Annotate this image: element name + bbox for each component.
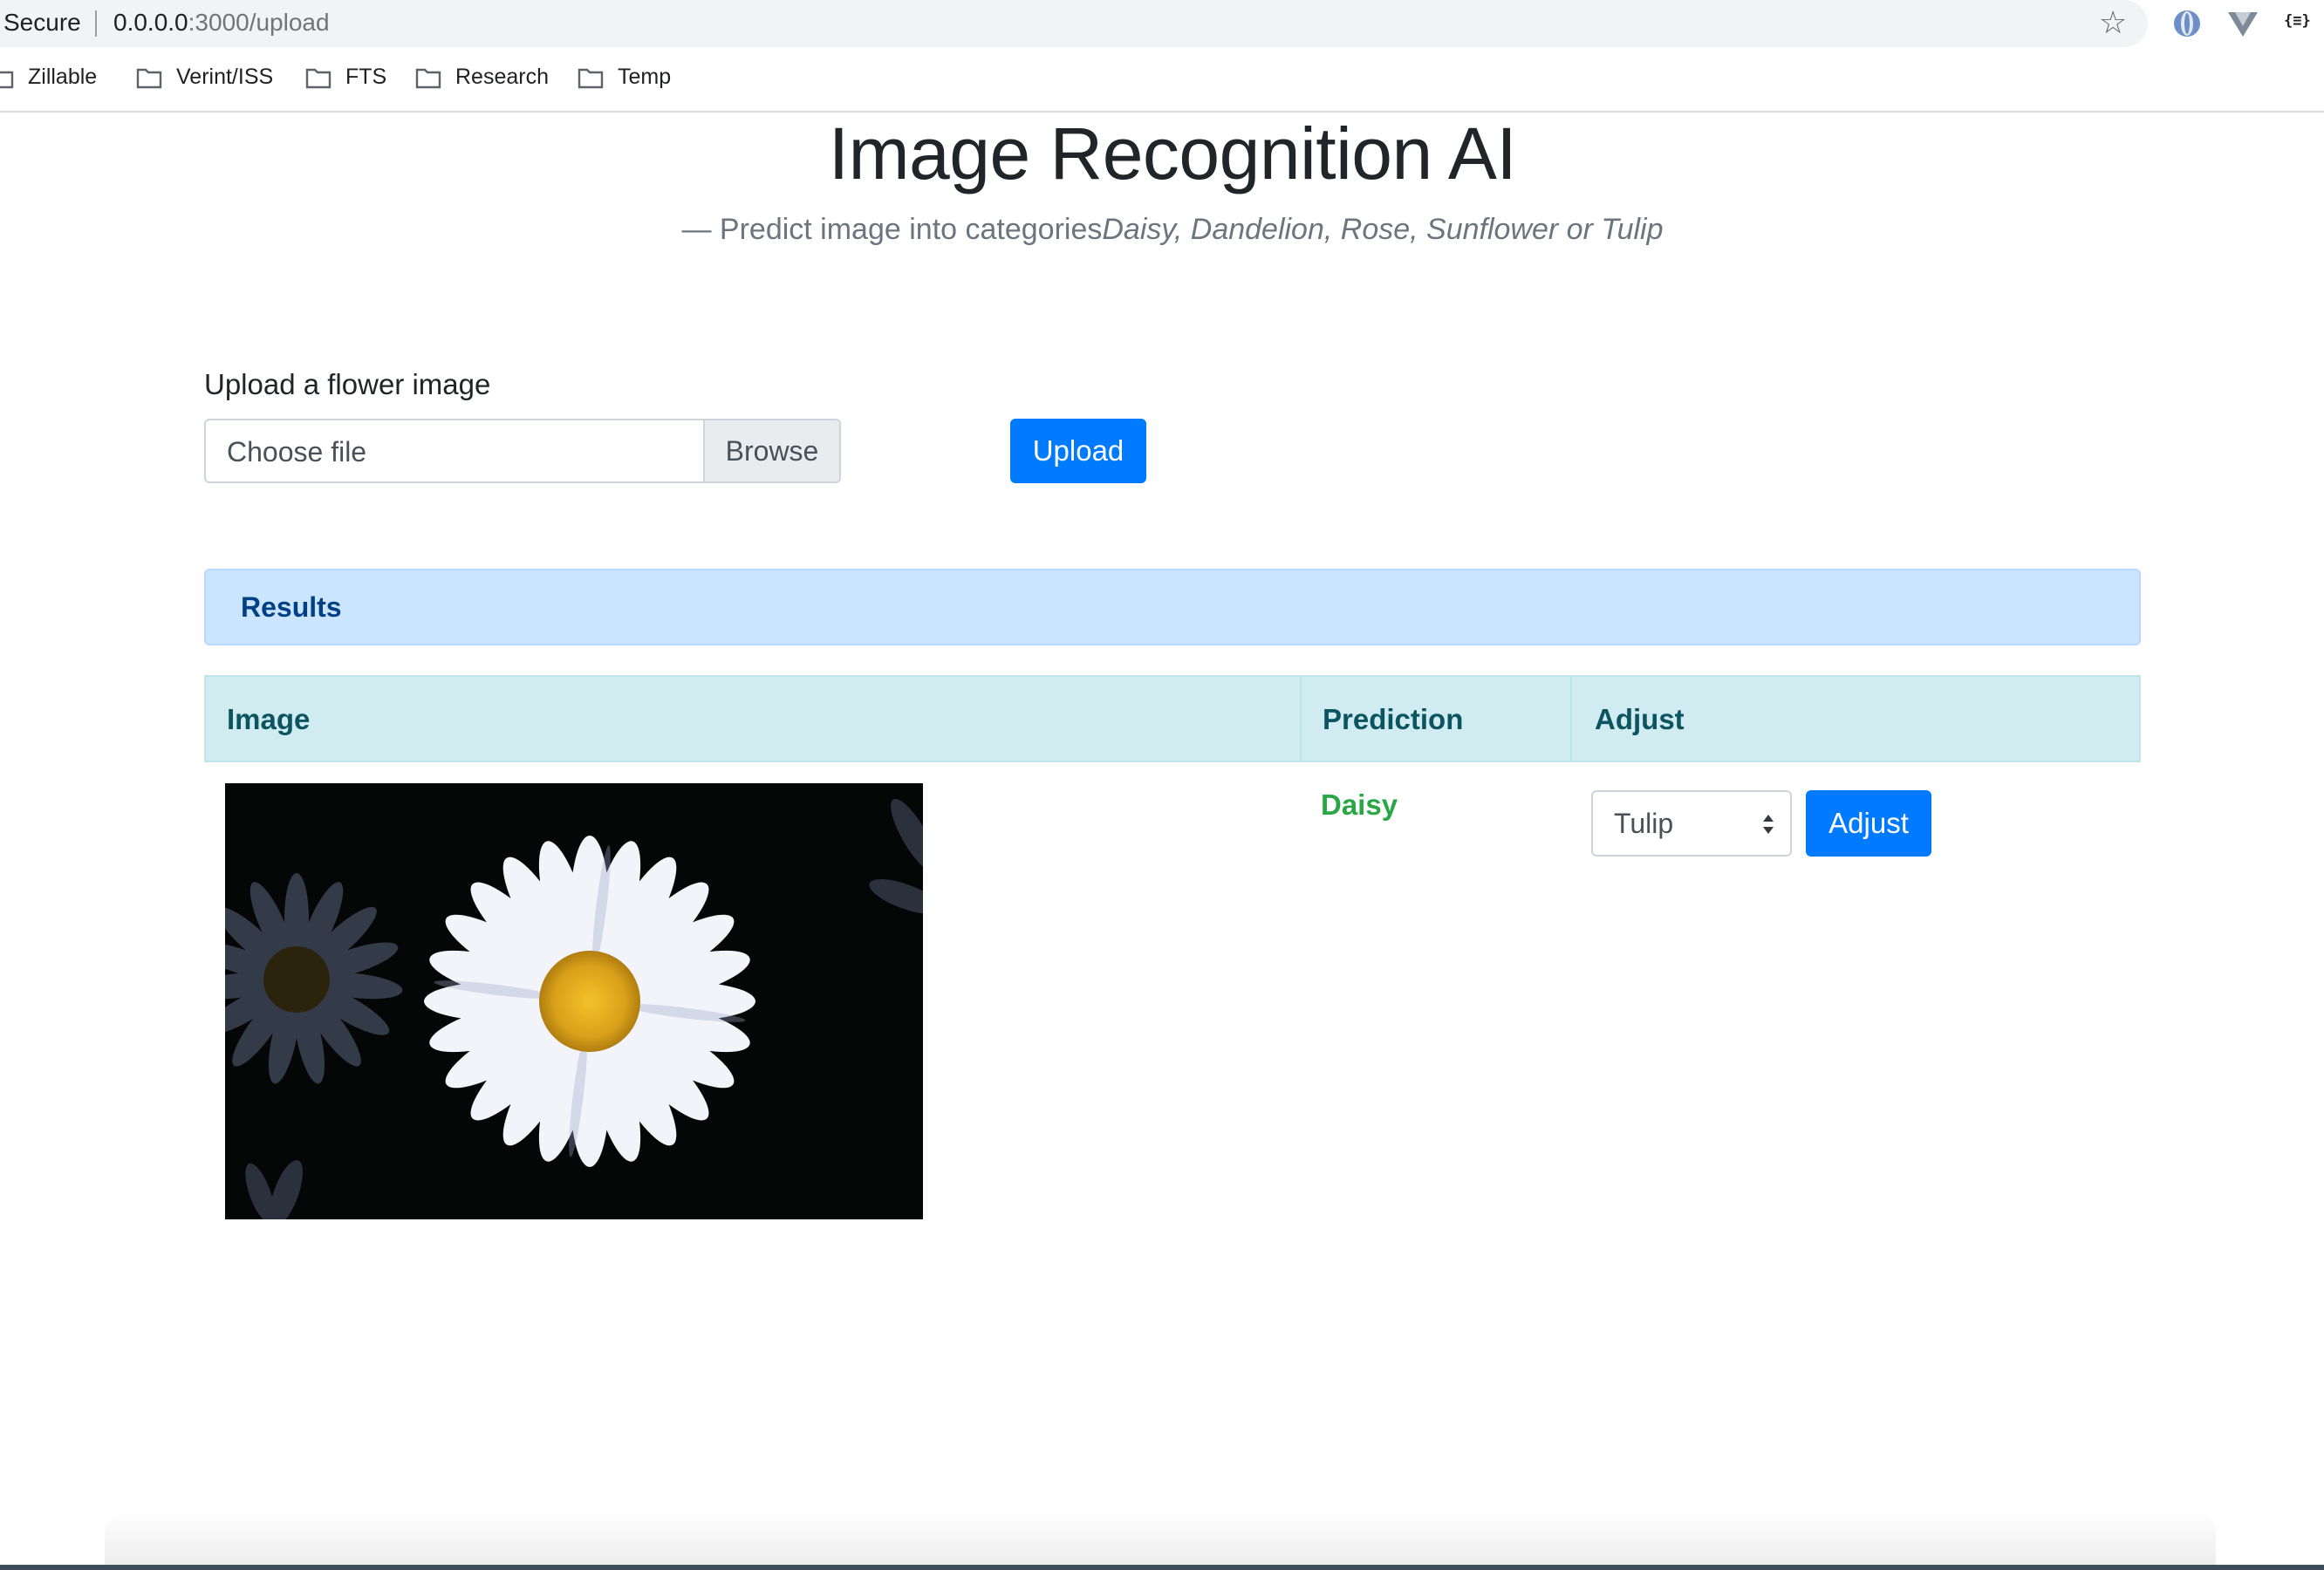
bookmarks-bar: Zillable Verint/ISS FTS Research Temp <box>0 58 2324 101</box>
adjust-button[interactable]: Adjust <box>1806 790 1931 857</box>
bookmark-label: Zillable <box>28 65 98 89</box>
folder-icon <box>136 68 162 88</box>
file-placeholder: Choose file <box>227 436 367 468</box>
bookmark-temp[interactable]: Temp <box>578 65 671 90</box>
browse-button[interactable]: Browse <box>703 420 839 481</box>
subtitle-categories: Daisy, Dandelion, Rose, Sunflower or Tul… <box>1102 213 1664 246</box>
prediction-label: Daisy <box>1321 788 1398 821</box>
column-header-image: Image <box>227 703 311 735</box>
window-bottom-edge <box>0 1565 2324 1570</box>
adjust-select[interactable]: Tulip <box>1591 790 1792 857</box>
extension-globe-icon[interactable] <box>2170 7 2204 40</box>
extension-json-icon[interactable]: {≡} <box>2284 12 2322 45</box>
select-caret-icon <box>1763 815 1774 834</box>
daisy-photo <box>225 783 923 1219</box>
bookmark-label: Research <box>455 65 549 89</box>
bookmark-verint-iss[interactable]: Verint/ISS <box>136 65 273 90</box>
extension-vue-icon[interactable] <box>2226 7 2259 40</box>
address-bar[interactable]: Secure 0.0.0.0:3000/upload ☆ <box>0 0 2148 47</box>
column-header-adjust: Adjust <box>1595 703 1685 735</box>
results-header: Results <box>204 569 2141 645</box>
column-header-prediction: Prediction <box>1323 703 1464 735</box>
results-table-header: Image Prediction Adjust <box>204 675 2141 762</box>
folder-icon <box>578 68 604 88</box>
main-daisy <box>424 836 755 1167</box>
bookmark-star-icon[interactable]: ☆ <box>2099 5 2127 40</box>
results-title: Results <box>241 591 342 623</box>
bookmark-label: Verint/ISS <box>176 65 274 89</box>
bookmark-fts[interactable]: FTS <box>305 65 386 90</box>
url-path: :3000/upload <box>188 9 330 36</box>
bookmark-zillable[interactable]: Zillable <box>0 65 97 90</box>
folder-icon <box>305 68 332 88</box>
security-label: Secure <box>3 9 81 36</box>
column-divider <box>1300 677 1302 761</box>
file-input[interactable]: Choose file Browse <box>204 419 841 483</box>
url-text[interactable]: 0.0.0.0:3000/upload <box>113 9 330 37</box>
bottom-shadow <box>105 1509 2216 1565</box>
column-divider <box>1570 677 1572 761</box>
bookmark-label: FTS <box>345 65 387 89</box>
url-host: 0.0.0.0 <box>113 9 188 36</box>
bookmark-research[interactable]: Research <box>415 65 549 90</box>
folder-icon <box>415 68 441 88</box>
page-subtitle: — Predict image into categoriesDaisy, Da… <box>0 213 2324 247</box>
upload-label: Upload a flower image <box>204 368 491 400</box>
upload-button[interactable]: Upload <box>1010 419 1146 483</box>
subtitle-prefix: — Predict image into categories <box>681 213 1103 246</box>
address-separator <box>95 10 97 37</box>
folder-icon <box>0 70 14 88</box>
page-title: Image Recognition AI <box>828 113 1517 195</box>
adjust-select-value: Tulip <box>1614 808 1674 839</box>
bookmark-label: Temp <box>618 65 672 89</box>
